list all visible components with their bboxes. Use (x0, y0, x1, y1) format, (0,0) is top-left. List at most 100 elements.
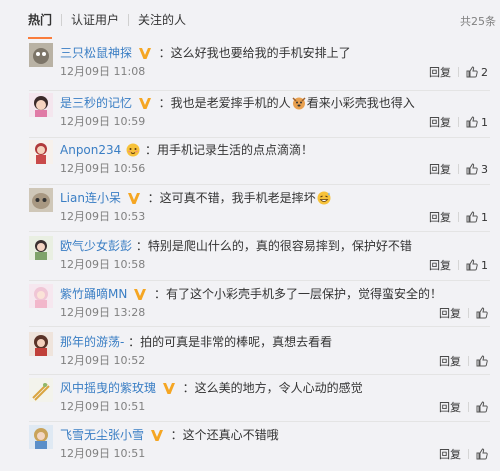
like-count: 3 (481, 162, 488, 176)
avatar[interactable] (29, 332, 53, 356)
commenter-name[interactable]: 风中摇曳的紫玫瑰 (60, 381, 156, 395)
comment-time: 12月09日 10:59 (60, 115, 146, 128)
vip-badge-icon (162, 383, 175, 394)
comment-divider (29, 231, 490, 232)
like-count: 1 (481, 210, 488, 224)
reply-button[interactable]: 回复 (429, 114, 451, 130)
comment-item: 欧气少女彭彭 ：特别是爬山什么的，真的很容易摔到，保护好不错 12月09日 10… (0, 236, 500, 283)
avatar[interactable] (29, 188, 53, 212)
like-button[interactable]: 2 (466, 66, 488, 79)
avatar[interactable] (29, 284, 53, 308)
tab-following[interactable]: 关注的人 (129, 13, 195, 27)
blush-smile-emoji-icon (126, 143, 140, 157)
action-divider (458, 212, 459, 222)
avatar[interactable] (29, 93, 53, 117)
reply-button[interactable]: 回复 (439, 305, 461, 321)
avatar[interactable] (29, 236, 53, 260)
comment-time: 12月09日 10:53 (60, 210, 146, 223)
commenter-name[interactable]: 紫竹踊嘀MN (60, 287, 127, 301)
comment-text: ：用手机记录生活的点点滴滴！ (144, 143, 313, 157)
comment-divider (29, 280, 490, 281)
action-divider (468, 449, 469, 459)
avatar[interactable] (29, 425, 53, 449)
vip-badge-icon (138, 48, 151, 59)
like-button[interactable] (476, 355, 488, 367)
comment-divider (29, 326, 490, 327)
commenter-name[interactable]: 欧气少女彭彭 (60, 239, 132, 253)
vip-badge-icon (138, 98, 151, 109)
action-divider (468, 356, 469, 366)
thumbs-up-icon (466, 116, 478, 128)
reply-button[interactable]: 回复 (429, 209, 451, 225)
like-button[interactable] (476, 448, 488, 460)
like-count: 1 (481, 258, 488, 272)
comment-divider (29, 90, 490, 91)
comment-item: 是三秒的记忆 ：我也是老爱摔手机的人 看来小彩壳我也得入 12月09日 10:59… (0, 93, 500, 140)
commenter-name[interactable]: 飞雪无尘张小雪 (60, 428, 144, 442)
comment-text: ：这个还真心不错哦 (170, 428, 279, 442)
comment-time: 12月09日 11:08 (60, 65, 146, 78)
comment-time: 12月09日 10:51 (60, 447, 146, 460)
commenter-name[interactable]: Lian连小呆 (60, 191, 121, 205)
reply-button[interactable]: 回复 (429, 257, 451, 273)
comment-item: 那年的游荡- ：拍的可真是非常的棒呢，真想去看看 12月09日 10:52 回复 (0, 332, 500, 379)
comment-item: Lian连小呆 ：这可真不错，我手机老是摔坏 12月09日 10:53 回复 1 (0, 188, 500, 235)
grinning-sweat-emoji-icon (317, 191, 331, 205)
vip-badge-icon (150, 430, 163, 441)
action-divider (458, 260, 459, 270)
comment-item: 紫竹踊嘀MN ：有了这个小彩壳手机多了一层保护，觉得蛮安全的！ 12月09日 1… (0, 284, 500, 331)
thumbs-up-icon (476, 401, 488, 413)
reply-button[interactable]: 回复 (429, 161, 451, 177)
reply-button[interactable]: 回复 (429, 64, 451, 80)
comment-text: ：有了这个小彩壳手机多了一层保护，觉得蛮安全的！ (154, 287, 443, 301)
action-divider (468, 308, 469, 318)
comment-time: 12月09日 10:58 (60, 258, 146, 271)
commenter-name[interactable]: Anpon234 (60, 143, 121, 157)
vip-badge-icon (127, 193, 140, 204)
tab-hot[interactable]: 热门 (0, 13, 61, 39)
thumbs-up-icon (476, 355, 488, 367)
reply-button[interactable]: 回复 (439, 399, 461, 415)
comment-time: 12月09日 10:51 (60, 400, 146, 413)
comment-filter-tabs: 热门 认证用户 关注的人 共25条 (0, 0, 500, 40)
comment-time: 12月09日 13:28 (60, 306, 146, 319)
commenter-name[interactable]: 那年的游荡- (60, 335, 124, 349)
thumbs-up-icon (476, 307, 488, 319)
comment-text: ：这可真不错，我手机老是摔坏 (147, 191, 316, 205)
comment-divider (29, 421, 490, 422)
comment-time: 12月09日 10:52 (60, 354, 146, 367)
comment-text: ：这么好我也要给我的手机安排上了 (158, 46, 351, 60)
avatar[interactable] (29, 378, 53, 402)
action-divider (458, 67, 459, 77)
comment-text: ：拍的可真是非常的棒呢，真想去看看 (128, 335, 333, 349)
comment-text: 看来小彩壳我也得入 (306, 96, 415, 110)
thumbs-up-icon (466, 259, 478, 271)
reply-button[interactable]: 回复 (439, 446, 461, 462)
comment-divider (29, 184, 490, 185)
comment-text: ：我也是老爱摔手机的人 (158, 96, 291, 110)
total-comment-count: 共25条 (460, 15, 496, 28)
like-button[interactable]: 3 (466, 163, 488, 176)
reply-button[interactable]: 回复 (439, 353, 461, 369)
comment-divider (29, 137, 490, 138)
avatar[interactable] (29, 43, 53, 67)
like-button[interactable]: 1 (466, 259, 488, 272)
tab-verified-users[interactable]: 认证用户 (62, 13, 128, 27)
like-count: 1 (481, 115, 488, 129)
comment-text: ：特别是爬山什么的，真的很容易摔到，保护好不错 (135, 239, 412, 253)
commenter-name[interactable]: 三只松鼠神探 (60, 46, 132, 60)
like-button[interactable] (476, 401, 488, 413)
thumbs-up-icon (476, 448, 488, 460)
comment-item: 三只松鼠神探 ：这么好我也要给我的手机安排上了 12月09日 11:08 回复 … (0, 43, 500, 90)
comment-text: ：这么美的地方，令人心动的感觉 (182, 381, 363, 395)
thumbs-up-icon (466, 163, 478, 175)
comment-item: 风中摇曳的紫玫瑰 ：这么美的地方，令人心动的感觉 12月09日 10:51 回复 (0, 378, 500, 425)
like-button[interactable] (476, 307, 488, 319)
dog-face-emoji-icon (292, 97, 306, 110)
like-button[interactable]: 1 (466, 211, 488, 224)
avatar[interactable] (29, 140, 53, 164)
comment-item: Anpon234 ：用手机记录生活的点点滴滴！ 12月09日 10:56 回复 … (0, 140, 500, 187)
commenter-name[interactable]: 是三秒的记忆 (60, 96, 132, 110)
like-button[interactable]: 1 (466, 116, 488, 129)
thumbs-up-icon (466, 211, 478, 223)
